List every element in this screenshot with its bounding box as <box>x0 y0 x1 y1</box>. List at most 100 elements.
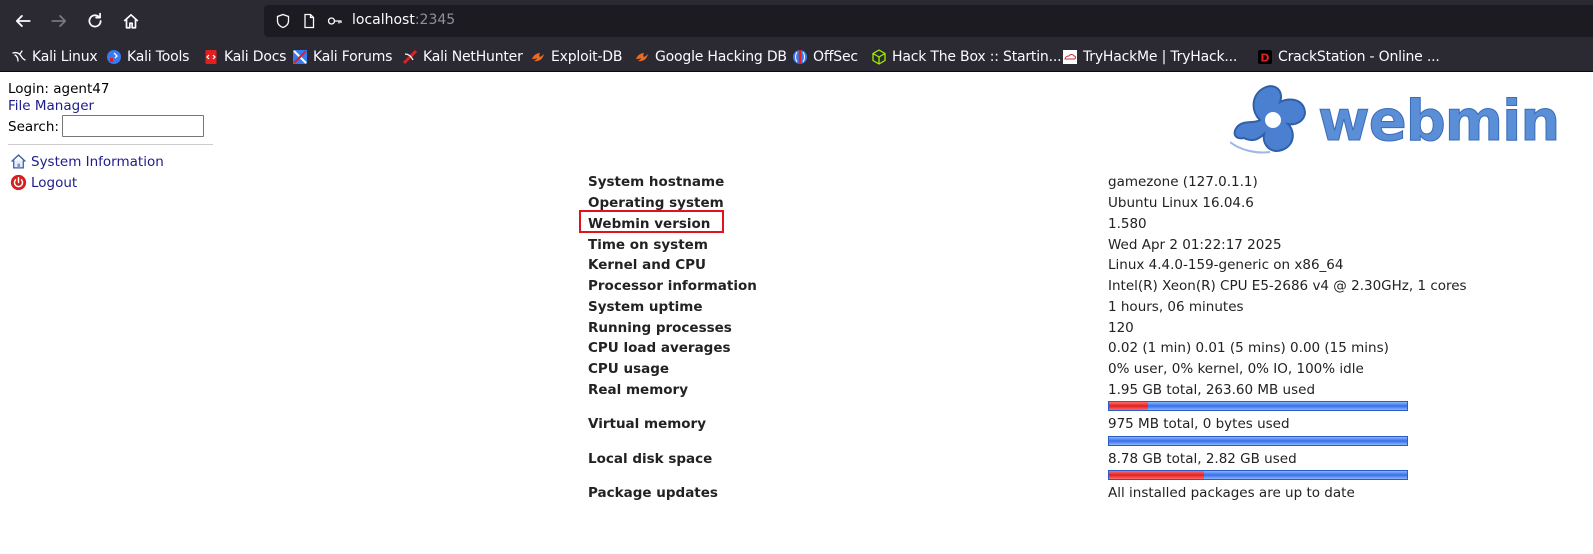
file-manager-link[interactable]: File Manager <box>8 98 94 114</box>
left-divider <box>8 144 213 145</box>
real-memory-usage-bar <box>1108 401 1408 411</box>
bookmark-google-hacking-db[interactable]: Google Hacking DB <box>634 48 787 66</box>
bookmark-hackthebox[interactable]: Hack The Box :: Startin... <box>871 48 1062 66</box>
webmin-logo-text: webmin <box>1318 89 1559 154</box>
info-value-virtual-memory: 975 MB total, 0 bytes used <box>1108 416 1290 432</box>
bookmark-label: Kali Docs <box>224 49 287 65</box>
arrow-left-icon <box>15 15 31 27</box>
info-value-cpu-load-averages: 0.02 (1 min) 0.01 (5 mins) 0.00 (15 mins… <box>1108 340 1389 356</box>
info-value-kernel-and-cpu: Linux 4.4.0-159-generic on x86_64 <box>1108 257 1344 273</box>
usage-bar-used <box>1109 402 1148 410</box>
info-value-operating-system: Ubuntu Linux 16.04.6 <box>1108 195 1254 211</box>
login-text: Login: agent47 <box>8 81 110 97</box>
system-information-link[interactable]: System Information <box>10 153 164 170</box>
virtual-memory-usage-bar <box>1108 436 1408 446</box>
bookmark-exploit-db[interactable]: Exploit-DB <box>530 48 622 66</box>
key-icon[interactable] <box>326 12 344 30</box>
webmin-logo: webmin <box>1230 85 1560 155</box>
url-host: localhost <box>352 12 415 28</box>
forward-button[interactable] <box>47 9 71 33</box>
google-hacking-db-icon <box>636 53 648 62</box>
power-icon <box>10 174 27 191</box>
info-label-processor-information: Processor information <box>588 278 757 294</box>
info-value-real-memory: 1.95 GB total, 263.60 MB used <box>1108 382 1316 398</box>
bookmark-label: TryHackMe | TryHack... <box>1083 49 1238 65</box>
info-label-cpu-usage: CPU usage <box>588 361 670 377</box>
kali-nethunter-icon <box>402 49 418 65</box>
url-bar[interactable]: localhost:2345 <box>264 5 1593 37</box>
info-label-real-memory: Real memory <box>588 382 689 398</box>
page-icon[interactable] <box>300 12 318 30</box>
home-icon <box>123 13 139 29</box>
home-button[interactable] <box>119 9 143 33</box>
bookmark-label: Exploit-DB <box>551 49 623 65</box>
kali-tools-icon <box>107 50 121 64</box>
bookmark-label: Hack The Box :: Startin... <box>892 49 1062 65</box>
browser-toolbar: localhost:2345 <box>0 0 1593 42</box>
system-information-label: System Information <box>31 153 164 170</box>
info-value-local-disk-space: 8.78 GB total, 2.82 GB used <box>1108 451 1297 467</box>
bookmark-tryhackme[interactable]: TryHackMe | TryHack... <box>1062 48 1237 66</box>
exploit-db-icon <box>532 53 544 62</box>
bookmark-kali-linux[interactable]: Kali Linux <box>11 48 98 66</box>
kali-docs-icon <box>205 50 217 64</box>
reload-icon <box>88 12 102 28</box>
usage-bar-free <box>1109 437 1407 445</box>
info-value-system-uptime: 1 hours, 06 minutes <box>1108 299 1244 315</box>
info-value-running-processes: 120 <box>1108 320 1134 336</box>
tryhackme-icon <box>1063 50 1077 64</box>
arrow-right-icon <box>51 15 67 27</box>
bookmark-label: Kali Forums <box>313 49 393 65</box>
info-value-package-updates: All installed packages are up to date <box>1108 485 1355 501</box>
info-value-processor-information: Intel(R) Xeon(R) CPU E5-2686 v4 @ 2.30GH… <box>1108 278 1467 294</box>
left-frame: Login: agent47 File Manager Search: Syst… <box>0 72 220 554</box>
info-value-time-on-system: Wed Apr 2 01:22:17 2025 <box>1108 237 1282 253</box>
url-port: :2345 <box>414 12 456 28</box>
hackthebox-icon <box>872 49 886 65</box>
info-label-virtual-memory: Virtual memory <box>588 416 707 432</box>
info-label-running-processes: Running processes <box>588 320 732 336</box>
house-icon <box>11 154 26 169</box>
search-label: Search: <box>8 119 59 135</box>
bookmark-label: OffSec <box>813 49 858 65</box>
usage-bar-free <box>1147 402 1407 410</box>
shield-icon[interactable] <box>274 12 292 30</box>
logout-label: Logout <box>31 174 78 191</box>
usage-bar-used <box>1109 471 1205 479</box>
info-value-system-hostname: gamezone (127.0.1.1) <box>1108 174 1258 190</box>
usage-bar-free <box>1204 471 1407 479</box>
bookmark-label: Kali Tools <box>127 49 190 65</box>
webmin-logo-icon <box>1230 85 1306 154</box>
back-button[interactable] <box>11 9 35 33</box>
bookmark-offsec[interactable]: OffSec <box>792 48 858 66</box>
bookmark-kali-docs[interactable]: Kali Docs <box>203 48 286 66</box>
svg-text:D: D <box>1260 52 1269 65</box>
webmin-version-highlight <box>579 210 724 233</box>
bookmark-label: Google Hacking DB <box>655 49 787 65</box>
logout-link[interactable]: Logout <box>10 174 77 191</box>
bookmark-kali-forums[interactable]: Kali Forums <box>292 48 392 66</box>
kali-forums-icon <box>293 50 307 64</box>
kali-dragon-icon <box>12 50 26 62</box>
bookmark-kali-tools[interactable]: Kali Tools <box>106 48 189 66</box>
reload-button[interactable] <box>83 9 107 33</box>
bookmark-label: CrackStation - Online ... <box>1278 49 1440 65</box>
info-label-system-uptime: System uptime <box>588 299 703 315</box>
info-label-kernel-and-cpu: Kernel and CPU <box>588 257 706 273</box>
local-disk-space-usage-bar <box>1108 470 1408 480</box>
bookmark-crackstation[interactable]: D CrackStation - Online ... <box>1257 48 1440 66</box>
info-value-webmin-version: 1.580 <box>1108 216 1147 232</box>
search-input[interactable] <box>62 115 204 137</box>
info-label-time-on-system: Time on system <box>588 237 708 253</box>
info-label-operating-system: Operating system <box>588 195 724 211</box>
bookmark-label: Kali NetHunter <box>423 49 523 65</box>
offsec-icon <box>793 50 807 64</box>
url-text[interactable]: localhost:2345 <box>352 12 455 28</box>
info-label-system-hostname: System hostname <box>588 174 725 190</box>
info-label-local-disk-space: Local disk space <box>588 451 713 467</box>
crackstation-icon: D <box>1258 50 1272 65</box>
bookmark-kali-nethunter[interactable]: Kali NetHunter <box>402 48 523 66</box>
bookmarks-bar: Kali Linux Kali Tools Kali Docs Kali For… <box>0 42 1593 72</box>
info-label-cpu-load-averages: CPU load averages <box>588 340 731 356</box>
bookmark-label: Kali Linux <box>32 49 98 65</box>
